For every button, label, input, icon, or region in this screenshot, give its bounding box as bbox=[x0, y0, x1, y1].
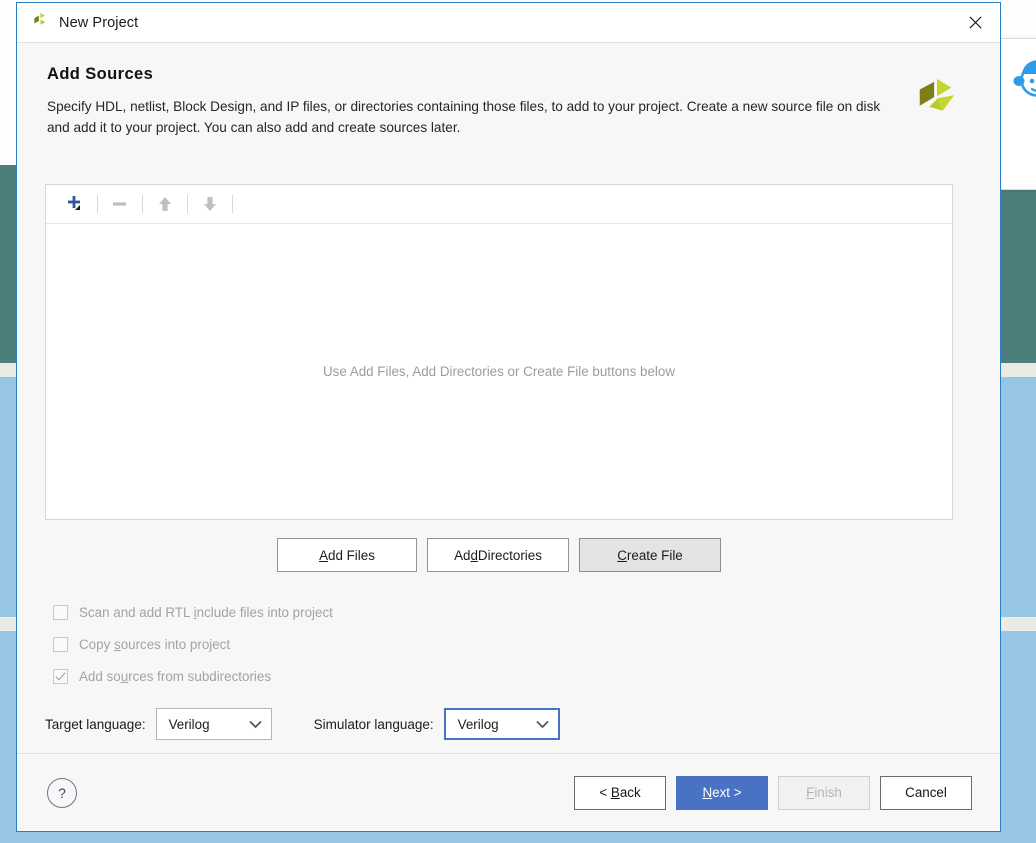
add-directories-label-post: Directories bbox=[477, 547, 542, 563]
help-label: ? bbox=[58, 784, 66, 801]
header-logo-wrap bbox=[902, 65, 972, 130]
checkbox-scan-rtl-include[interactable] bbox=[53, 604, 68, 620]
option-scan-rtl-include[interactable]: Scan and add RTL include files into proj… bbox=[45, 596, 972, 628]
checkbox-copy-sources[interactable] bbox=[53, 636, 68, 652]
support-chat-panel[interactable] bbox=[996, 38, 1036, 190]
chevron-down-icon bbox=[536, 720, 549, 729]
option-add-subdirectories[interactable]: Add sources from subdirectories bbox=[45, 660, 972, 692]
add-directories-label-pre: Ad bbox=[454, 547, 471, 563]
sources-empty-message: Use Add Files, Add Directories or Create… bbox=[322, 364, 676, 380]
arrow-down-icon bbox=[193, 190, 227, 218]
cancel-label: Cancel bbox=[905, 785, 947, 800]
sources-list[interactable]: Use Add Files, Add Directories or Create… bbox=[46, 224, 952, 520]
option-copy-sources[interactable]: Copy sources into project bbox=[45, 628, 972, 660]
page-title: Add Sources bbox=[47, 65, 154, 83]
arrow-up-icon bbox=[148, 190, 182, 218]
source-action-buttons: Add Files Ad d Directories Create File bbox=[45, 538, 953, 573]
header-text-block: Add Sources Specify HDL, netlist, Block … bbox=[47, 65, 902, 138]
add-directories-mnemonic: d bbox=[470, 547, 478, 563]
simulator-language-value: Verilog bbox=[457, 716, 499, 732]
support-bot-icon[interactable] bbox=[1007, 57, 1036, 108]
create-file-mnemonic: C bbox=[617, 547, 627, 563]
add-files-button[interactable]: Add Files bbox=[277, 538, 417, 573]
simulator-language-select[interactable]: Verilog bbox=[443, 708, 560, 741]
sources-panel: Use Add Files, Add Directories or Create… bbox=[45, 184, 953, 521]
add-files-mnemonic: A bbox=[319, 547, 329, 563]
new-project-dialog: New Project Add Sources Specify HDL, net… bbox=[16, 2, 1001, 832]
finish-button: Finish bbox=[778, 775, 870, 810]
minus-icon bbox=[103, 190, 137, 218]
add-files-label: dd Files bbox=[328, 547, 375, 563]
footer-button-group: < Back Next > Finish Cancel bbox=[574, 775, 972, 810]
dialog-footer: ? < Back Next > Finish Cancel bbox=[17, 753, 1000, 831]
option-label: Copy sources into project bbox=[79, 636, 231, 652]
screen: New Project Add Sources Specify HDL, net… bbox=[0, 0, 1036, 843]
next-button[interactable]: Next > bbox=[676, 775, 768, 810]
vivado-logo-icon bbox=[31, 11, 49, 34]
sources-toolbar bbox=[46, 185, 952, 225]
add-directories-button[interactable]: Ad d Directories bbox=[427, 538, 569, 573]
simulator-language-label: Simulator language: bbox=[313, 716, 434, 732]
dialog-header: Add Sources Specify HDL, netlist, Block … bbox=[17, 43, 1000, 149]
target-language-label: Target language: bbox=[45, 716, 146, 732]
toolbar-separator bbox=[232, 195, 233, 214]
source-options: Scan and add RTL include files into proj… bbox=[45, 596, 972, 692]
create-file-button[interactable]: Create File bbox=[579, 538, 721, 573]
checkbox-add-subdirectories[interactable] bbox=[53, 668, 68, 684]
toolbar-separator bbox=[187, 195, 188, 214]
cancel-button[interactable]: Cancel bbox=[880, 775, 972, 810]
dialog-titlebar: New Project bbox=[17, 3, 1000, 43]
plus-icon[interactable] bbox=[58, 190, 92, 218]
back-button[interactable]: < Back bbox=[574, 775, 666, 810]
dialog-body: Use Add Files, Add Directories or Create… bbox=[17, 148, 1000, 753]
toolbar-separator bbox=[97, 195, 98, 214]
option-label: Add sources from subdirectories bbox=[79, 668, 272, 684]
target-language-value: Verilog bbox=[168, 716, 210, 732]
option-label: Scan and add RTL include files into proj… bbox=[79, 604, 333, 620]
dialog-title: New Project bbox=[59, 14, 139, 31]
chevron-down-icon bbox=[248, 720, 262, 729]
language-selectors: Target language: Verilog Simulator langu… bbox=[45, 708, 972, 741]
help-button[interactable]: ? bbox=[47, 777, 77, 808]
toolbar-separator bbox=[142, 195, 143, 214]
vivado-logo-icon bbox=[914, 77, 960, 130]
create-file-label: reate File bbox=[626, 547, 683, 563]
page-description: Specify HDL, netlist, Block Design, and … bbox=[47, 99, 881, 136]
close-icon[interactable] bbox=[954, 6, 996, 40]
target-language-select[interactable]: Verilog bbox=[155, 708, 272, 741]
